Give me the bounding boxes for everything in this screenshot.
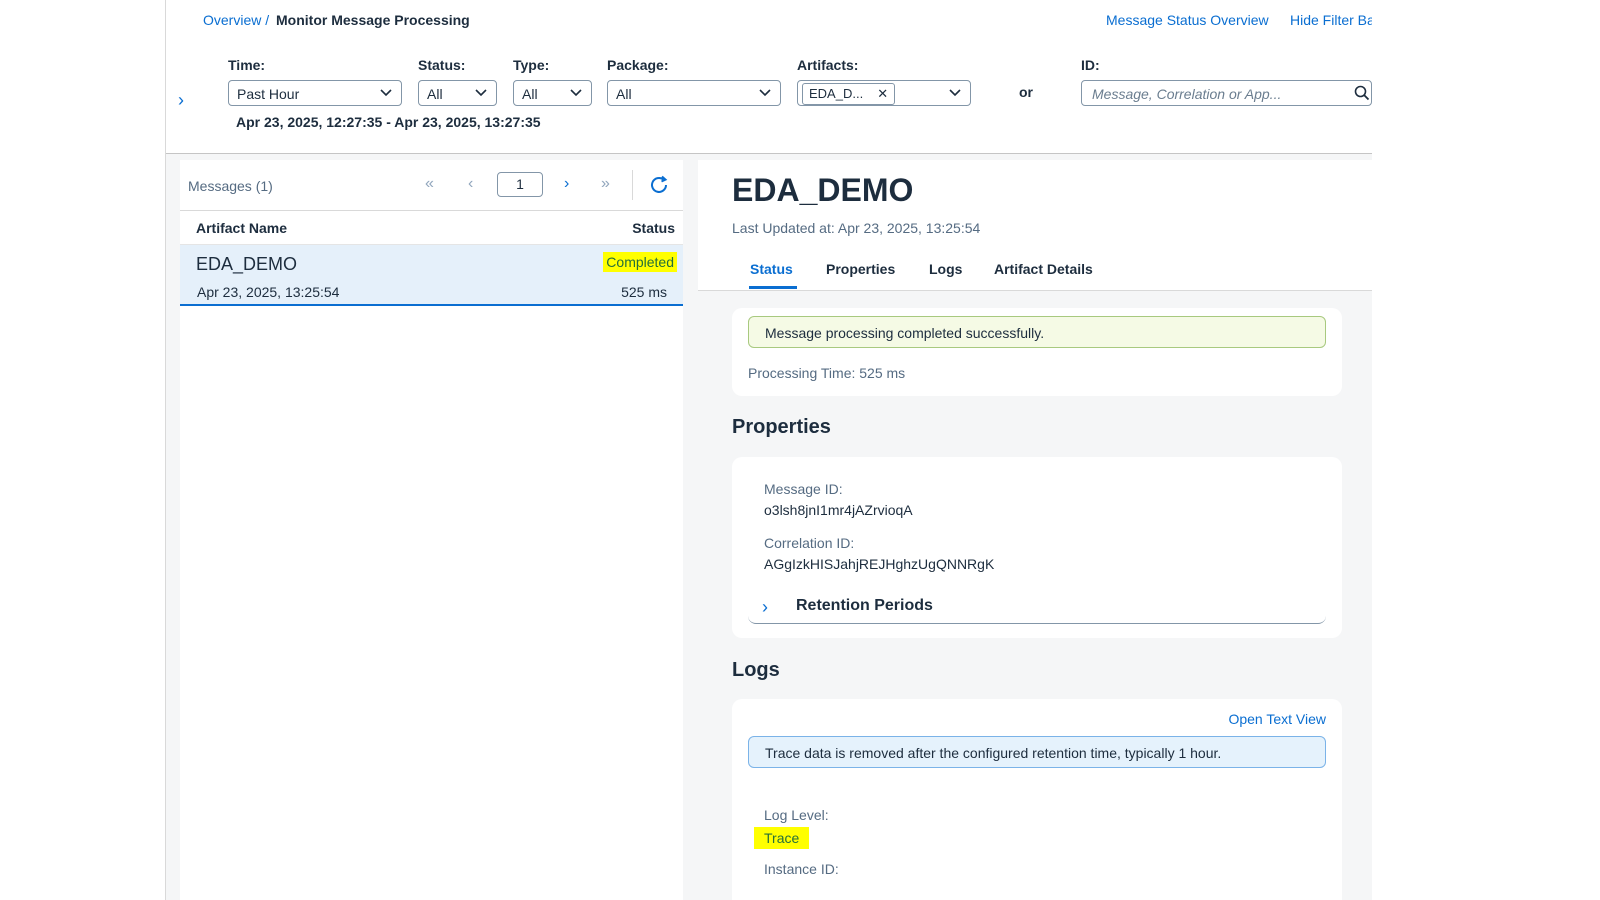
package-select-value: All — [616, 86, 632, 102]
or-label: or — [1019, 84, 1033, 100]
message-list-panel: Messages (1) « ‹ 1 › » Artifact Name Sta… — [180, 160, 683, 900]
active-tab-indicator — [749, 286, 797, 289]
tab-status[interactable]: Status — [750, 261, 793, 277]
column-status: Status — [632, 220, 675, 236]
search-icon[interactable] — [1353, 84, 1371, 102]
instance-id-label: Instance ID: — [764, 861, 839, 877]
open-text-view-link[interactable]: Open Text View — [1228, 711, 1326, 727]
chevron-down-icon — [569, 85, 583, 102]
chevron-down-icon — [758, 85, 772, 102]
left-margin — [0, 0, 166, 900]
time-select-value: Past Hour — [237, 86, 300, 102]
status-select-value: All — [427, 86, 443, 102]
trace-info-text: Trace data is removed after the configur… — [765, 745, 1222, 761]
row-status-badge: Completed — [603, 252, 677, 272]
app-window: Overview / Monitor Message Processing Me… — [166, 0, 1372, 900]
first-page-icon[interactable]: « — [425, 175, 434, 193]
detail-title: EDA_DEMO — [732, 172, 914, 208]
right-margin — [1372, 0, 1600, 900]
message-row[interactable]: EDA_DEMO Completed Apr 23, 2025, 13:25:5… — [180, 245, 683, 306]
next-page-icon[interactable]: › — [564, 175, 569, 193]
logs-card: Open Text View Trace data is removed aft… — [732, 699, 1342, 900]
id-label: ID: — [1081, 57, 1100, 73]
artifacts-label: Artifacts: — [797, 57, 859, 73]
list-toolbar: Messages (1) « ‹ 1 › » — [180, 160, 683, 211]
detail-header: EDA_DEMO Last Updated at: Apr 23, 2025, … — [698, 160, 1372, 291]
column-artifact-name: Artifact Name — [196, 220, 288, 236]
chevron-down-icon — [948, 85, 962, 102]
time-range-text: Apr 23, 2025, 12:27:35 - Apr 23, 2025, 1… — [236, 114, 541, 130]
refresh-icon[interactable] — [648, 174, 670, 196]
trace-info-strip: Trace data is removed after the configur… — [748, 736, 1326, 768]
message-id-label: Message ID: — [764, 481, 843, 497]
page-number-input[interactable]: 1 — [497, 172, 543, 197]
artifact-token-label: EDA_D... — [809, 86, 864, 101]
type-select-value: All — [522, 86, 538, 102]
message-status-overview-link[interactable]: Message Status Overview — [1106, 12, 1269, 28]
chevron-down-icon — [474, 85, 488, 102]
retention-periods-label: Retention Periods — [796, 597, 933, 614]
status-label: Status: — [418, 57, 466, 73]
previous-page-icon[interactable]: ‹ — [468, 175, 473, 193]
correlation-id-label: Correlation ID: — [764, 535, 855, 551]
page-header: Overview / Monitor Message Processing Me… — [166, 0, 1372, 41]
row-artifact-name: EDA_DEMO — [196, 254, 298, 274]
row-duration: 525 ms — [621, 284, 667, 300]
toolbar-divider — [632, 170, 633, 200]
correlation-id-value: AGgIzkHISJahjREJHghzUgQNNRgK — [764, 556, 995, 572]
type-select[interactable]: All — [513, 80, 592, 106]
success-message-text: Message processing completed successfull… — [765, 325, 1045, 341]
tab-artifact-details[interactable]: Artifact Details — [994, 261, 1093, 277]
log-level-value: Trace — [754, 827, 810, 849]
last-updated-text: Last Updated at: Apr 23, 2025, 13:25:54 — [732, 220, 981, 236]
time-select[interactable]: Past Hour — [228, 80, 402, 106]
filter-bar: › Time: Past Hour Status: All Type: All … — [166, 40, 1372, 154]
status-card: Message processing completed successfull… — [732, 308, 1342, 396]
hide-filter-bar-link[interactable]: Hide Filter Ba — [1290, 12, 1372, 28]
properties-section-title: Properties — [732, 416, 831, 438]
success-message-strip: Message processing completed successfull… — [748, 316, 1326, 348]
properties-card: Message ID: o3lsh8jnI1mr4jAZrvioqA Corre… — [732, 457, 1342, 638]
id-search-input[interactable]: Message, Correlation or App... — [1081, 80, 1372, 106]
package-select[interactable]: All — [607, 80, 781, 106]
type-label: Type: — [513, 57, 550, 73]
tab-properties[interactable]: Properties — [826, 261, 895, 277]
processing-time: Processing Time: 525 ms — [748, 365, 906, 381]
logs-section-title: Logs — [732, 659, 780, 681]
list-column-header: Artifact Name Status — [180, 211, 683, 245]
chevron-right-icon: › — [762, 597, 768, 617]
message-id-value: o3lsh8jnI1mr4jAZrvioqA — [764, 502, 913, 518]
chevron-down-icon — [379, 85, 393, 102]
tab-logs[interactable]: Logs — [929, 261, 962, 277]
page-title: Monitor Message Processing — [276, 12, 470, 28]
status-select[interactable]: All — [418, 80, 497, 106]
artifacts-multiselect[interactable]: EDA_D... ✕ — [797, 80, 971, 106]
breadcrumb-overview-link[interactable]: Overview / — [203, 12, 269, 28]
close-icon[interactable]: ✕ — [877, 84, 888, 104]
id-search-placeholder: Message, Correlation or App... — [1092, 86, 1282, 102]
messages-count: Messages (1) — [188, 178, 273, 194]
package-label: Package: — [607, 57, 669, 73]
expand-filter-chevron-icon[interactable]: › — [178, 90, 184, 111]
last-page-icon[interactable]: » — [601, 175, 610, 193]
time-label: Time: — [228, 57, 266, 73]
log-level-label: Log Level: — [764, 807, 829, 823]
retention-periods-expander[interactable]: › Retention Periods — [748, 595, 1326, 624]
message-detail-panel: EDA_DEMO Last Updated at: Apr 23, 2025, … — [698, 160, 1372, 900]
row-date: Apr 23, 2025, 13:25:54 — [197, 284, 340, 300]
artifact-token[interactable]: EDA_D... ✕ — [802, 83, 896, 105]
